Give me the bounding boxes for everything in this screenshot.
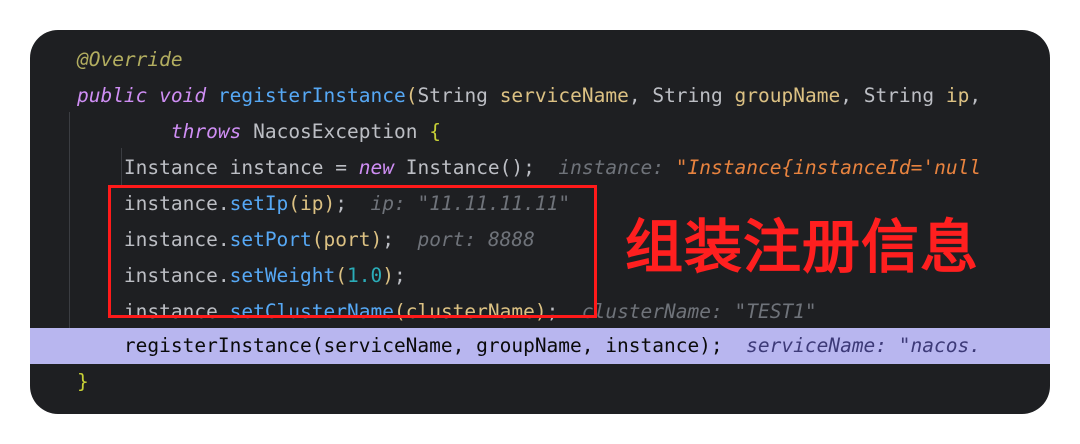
comma: ,	[628, 84, 641, 107]
comma: ,	[969, 84, 982, 107]
param-ip: ip	[945, 84, 970, 107]
type-string: String	[863, 84, 935, 107]
inlay-hint-label: serviceName:	[746, 334, 888, 357]
register-instance-call: registerInstance(serviceName, groupName,…	[123, 334, 723, 357]
type-string: String	[652, 84, 723, 107]
code-line-10[interactable]: }	[30, 364, 1050, 400]
constructor-call: Instance();	[405, 156, 535, 179]
exception-name: NacosException	[253, 120, 418, 143]
type-string: String	[417, 84, 488, 107]
method-name: registerInstance	[217, 84, 406, 107]
code-area[interactable]: @Override public void registerInstance(S…	[30, 30, 1050, 414]
code-line-4[interactable]: Instance instance = new Instance(); inst…	[30, 150, 1050, 186]
keyword-new: new	[358, 156, 394, 179]
brace-close: }	[76, 370, 89, 393]
paren-open: (	[405, 84, 418, 107]
param-service-name: serviceName	[499, 84, 629, 107]
inlay-hint-value: "Instance{instanceId='null	[675, 156, 982, 179]
assign-op: =	[335, 156, 348, 179]
annotation-label: 组装注册信息	[625, 213, 980, 281]
brace-open: {	[429, 120, 441, 143]
override-annotation: @Override	[76, 48, 183, 71]
code-line-2[interactable]: public void registerInstance(String serv…	[30, 78, 1050, 114]
inlay-hint-label: instance:	[558, 156, 665, 179]
keyword-public: public	[76, 84, 148, 107]
inlay-hint-value: "nacos.	[898, 334, 981, 357]
type-instance: Instance	[123, 156, 218, 179]
param-group-name: groupName	[734, 84, 841, 107]
inlay-hint-label: clusterName:	[581, 300, 723, 323]
code-line-9-current[interactable]: registerInstance(serviceName, groupName,…	[30, 328, 1050, 364]
var-instance: instance	[229, 156, 324, 179]
keyword-throws: throws	[170, 120, 242, 143]
code-line-3[interactable]: throws NacosException {	[30, 114, 1050, 150]
inlay-hint-value: "TEST1"	[734, 300, 817, 323]
keyword-void: void	[159, 84, 207, 107]
code-editor-frame: @Override public void registerInstance(S…	[30, 30, 1050, 414]
comma: ,	[840, 84, 852, 107]
code-line-1[interactable]: @Override	[30, 42, 1050, 78]
annotation-highlight-box	[108, 185, 597, 318]
